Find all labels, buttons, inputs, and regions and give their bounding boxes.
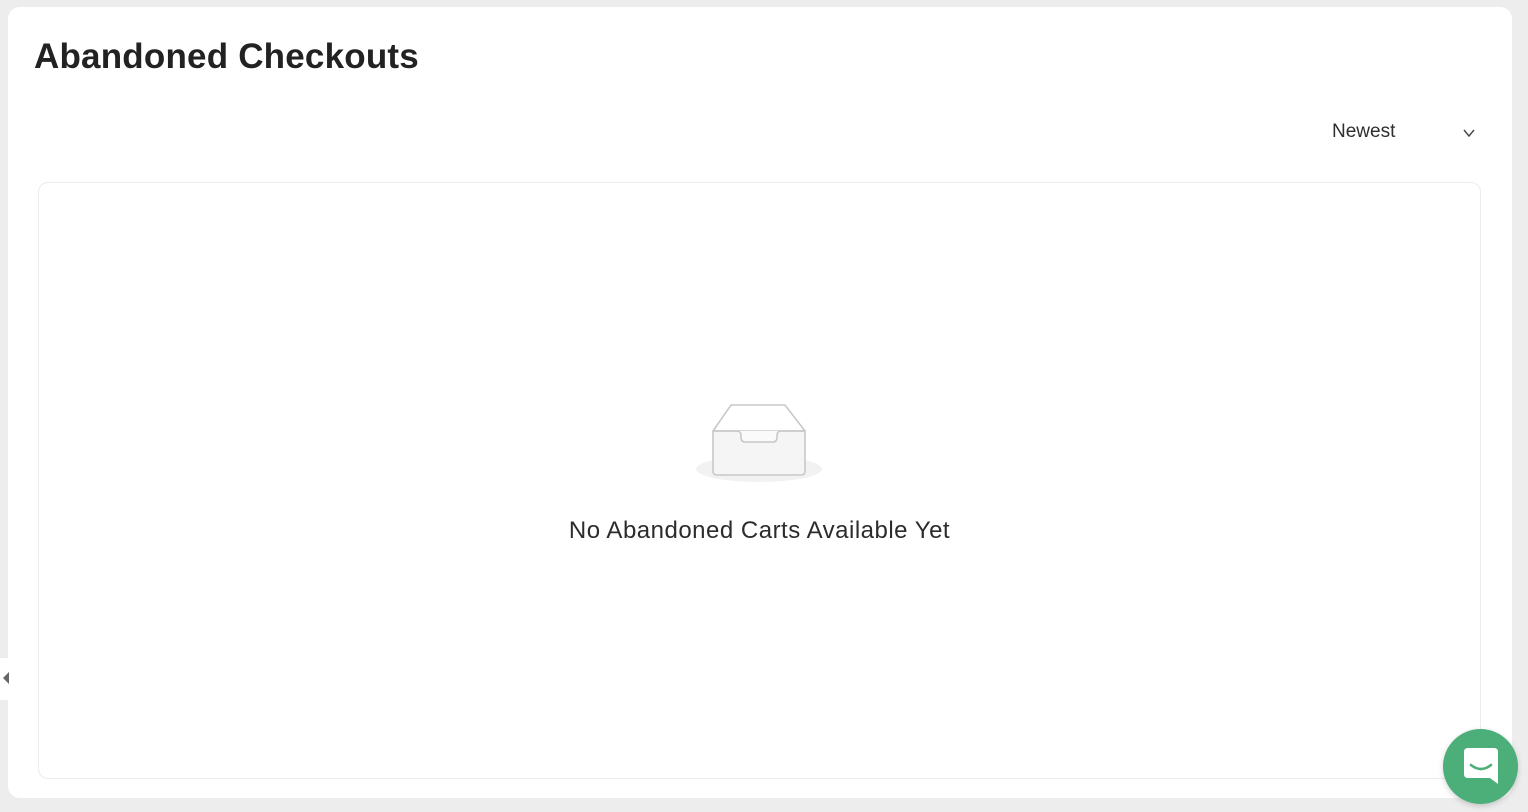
sort-selected-value: Newest: [1332, 121, 1396, 142]
empty-state: No Abandoned Carts Available Yet: [39, 403, 1480, 545]
empty-inbox-icon: [695, 404, 822, 482]
page-card: Abandoned Checkouts Newest No Abandoned …: [8, 7, 1512, 798]
abandoned-checkouts-list: No Abandoned Carts Available Yet: [38, 182, 1481, 779]
caret-left-icon: [3, 672, 9, 684]
sidebar-toggle-button[interactable]: [0, 658, 10, 700]
sort-select[interactable]: Newest: [1324, 111, 1484, 151]
chevron-down-icon: [1463, 129, 1475, 138]
empty-state-message: No Abandoned Carts Available Yet: [568, 517, 951, 544]
chat-icon: [1464, 748, 1498, 784]
chat-launcher-button[interactable]: [1443, 729, 1518, 804]
page-title: Abandoned Checkouts: [34, 37, 419, 76]
